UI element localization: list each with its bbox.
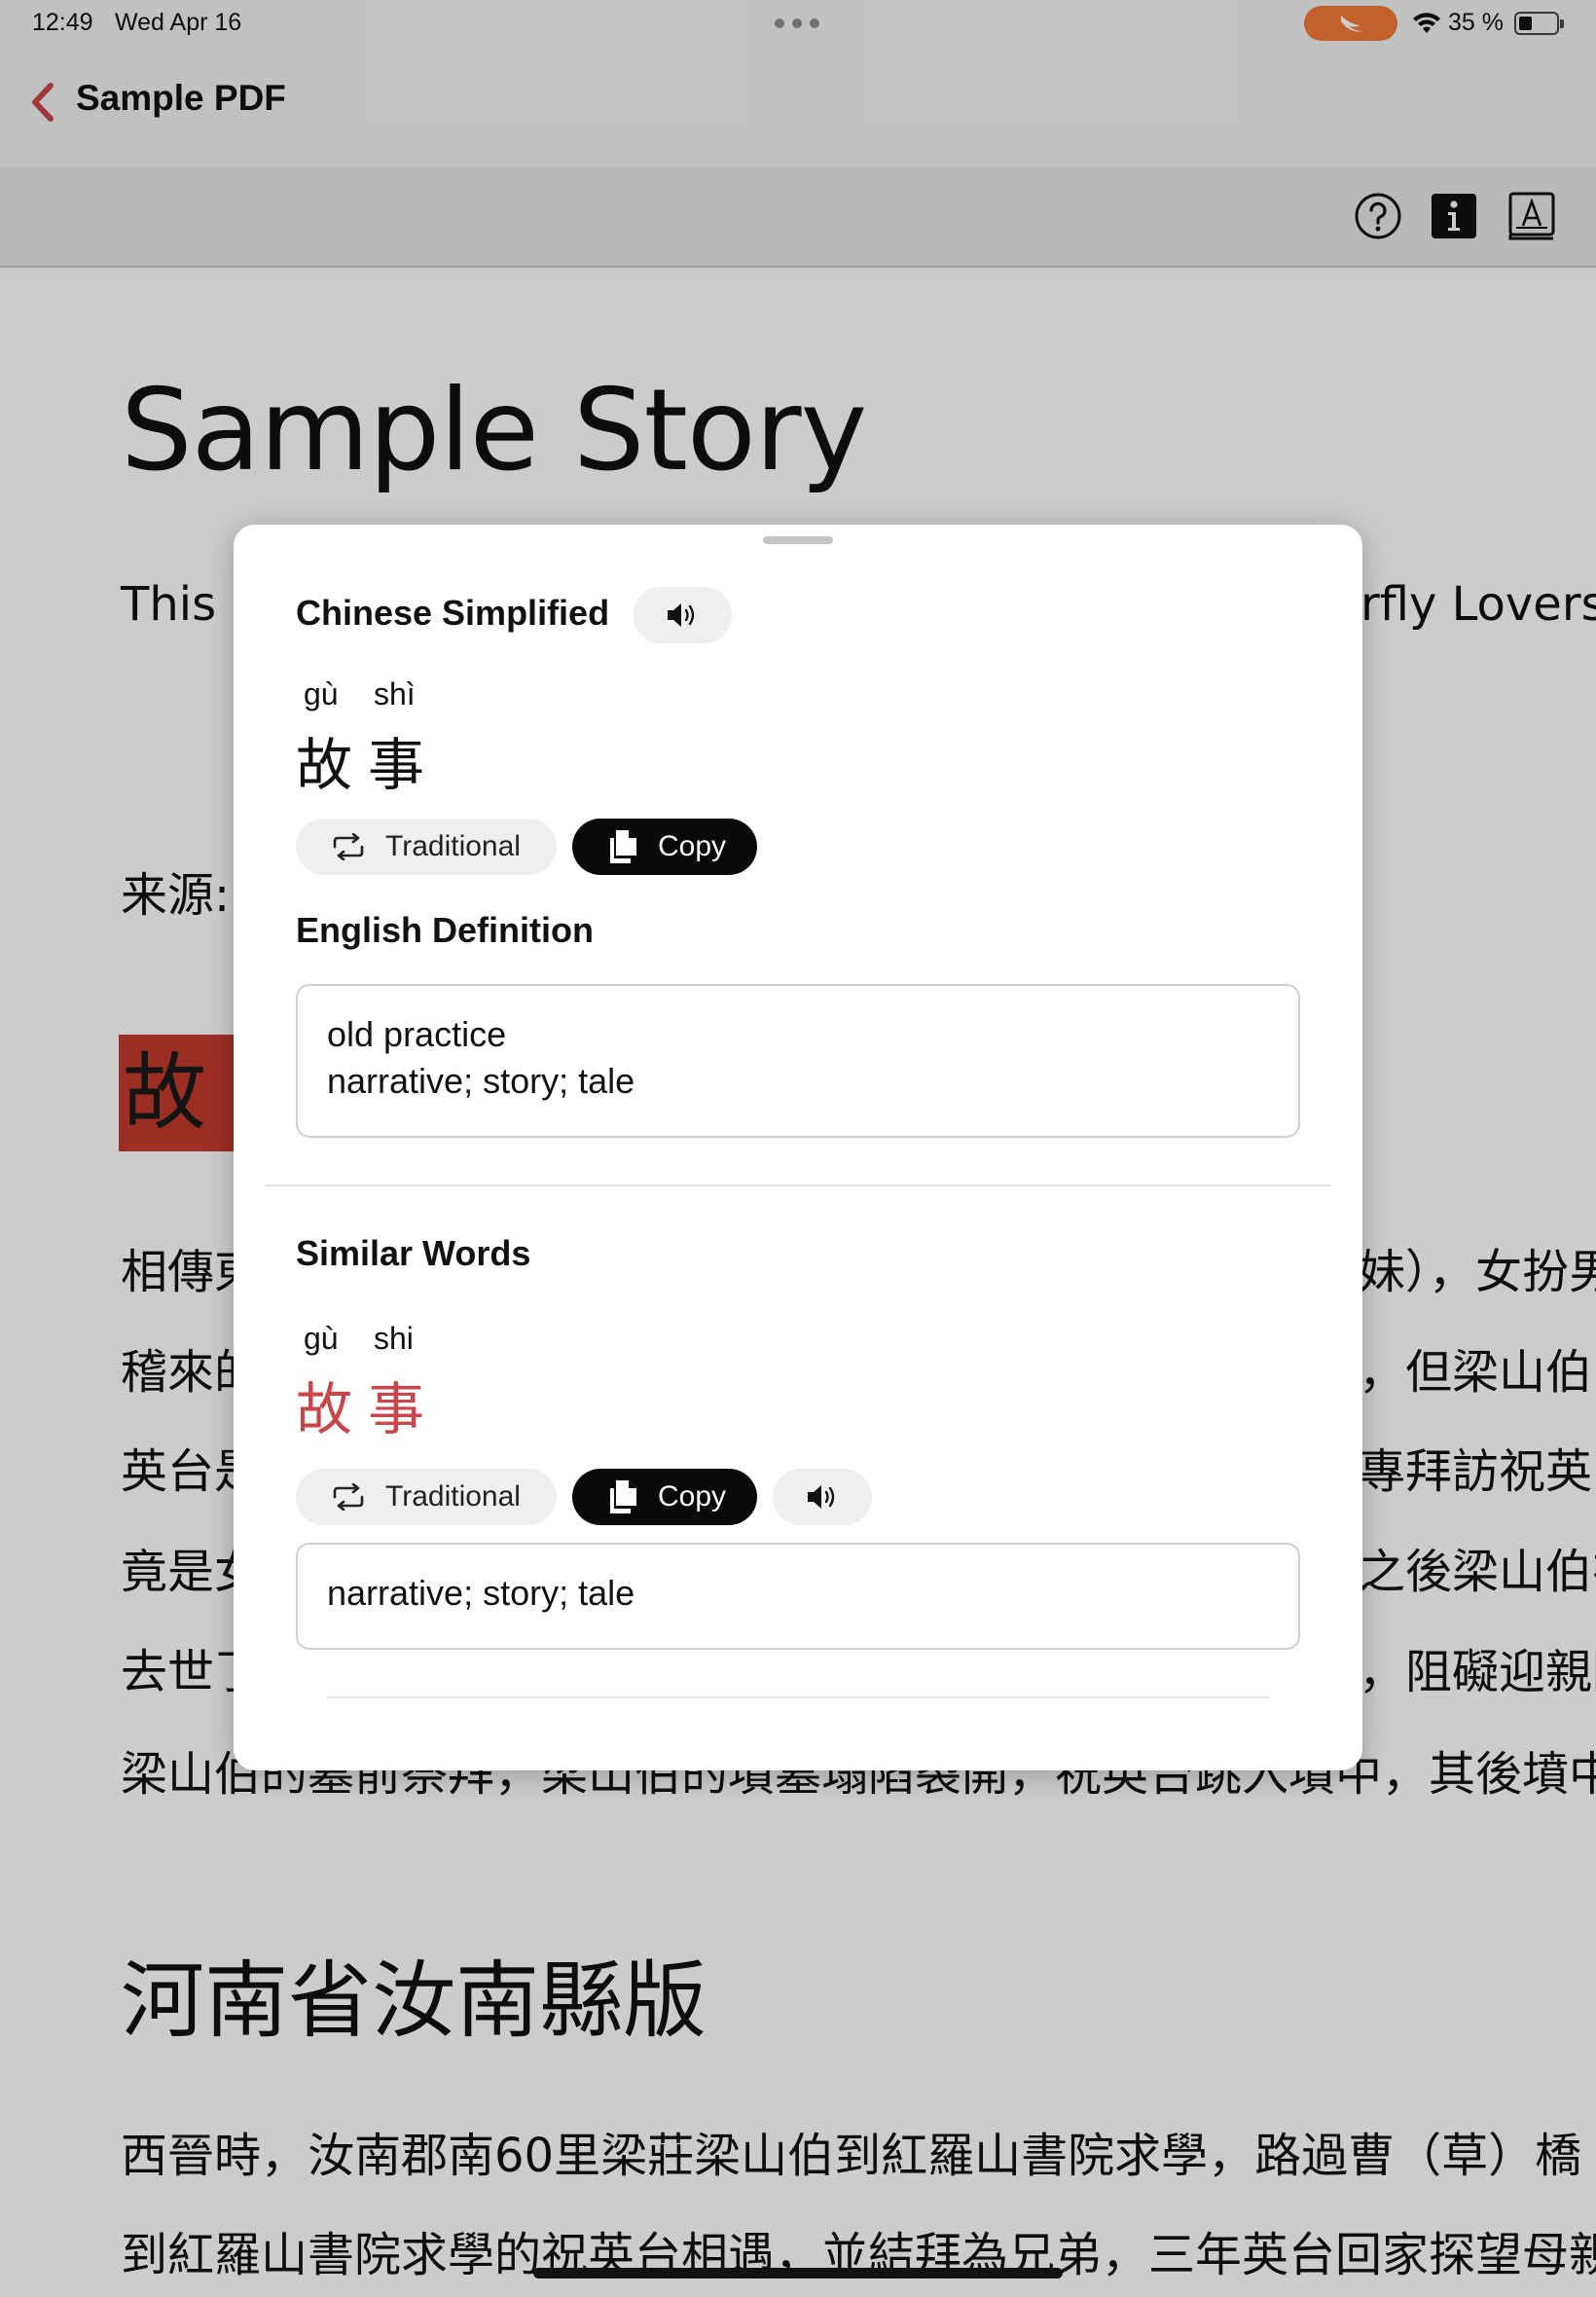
convert-arrows-icon: [331, 833, 366, 860]
similar-word-pinyin: shi: [374, 1321, 414, 1356]
swift-playground-indicator-icon[interactable]: [1304, 6, 1397, 41]
paragraph-line-right: ，但梁山伯: [1359, 1345, 1593, 1400]
paragraph-line-right: 之後梁山伯在: [1359, 1545, 1596, 1599]
battery-percent: 35 %: [1448, 9, 1504, 36]
chevron-left-icon[interactable]: [27, 82, 60, 123]
language-heading: Chinese Simplified: [296, 593, 610, 633]
similar-definition-box: narrative; story; tale: [296, 1543, 1300, 1650]
document-title: Sample Story: [121, 365, 867, 496]
similar-copy-button[interactable]: Copy: [572, 1469, 757, 1525]
similar-definition-text: narrative; story; tale: [327, 1573, 635, 1613]
definition-line: narrative; story; tale: [327, 1061, 635, 1101]
word-pinyin: gù: [304, 676, 339, 711]
sheet-grabber[interactable]: [763, 536, 833, 544]
highlighted-word[interactable]: 故事: [119, 1035, 239, 1151]
paragraph-line-right: 專拜訪祝英台: [1359, 1444, 1596, 1499]
word-pinyin: shì: [374, 676, 416, 711]
traditional-toggle-button[interactable]: Traditional: [296, 819, 557, 875]
help-circle-icon[interactable]: [1353, 191, 1403, 241]
word-lookup-sheet: Chinese Simplified gù shì 故 事 Traditiona…: [234, 525, 1362, 1770]
list-divider: [327, 1696, 1269, 1698]
similar-word-pinyin: gù: [304, 1321, 339, 1356]
copy-documents-icon: [607, 1478, 638, 1515]
page-title[interactable]: Sample PDF: [76, 78, 286, 119]
status-date: Wed Apr 16: [115, 9, 242, 36]
speaker-button[interactable]: [633, 587, 732, 643]
speaker-icon: [668, 603, 695, 627]
copy-label: Copy: [658, 1480, 727, 1513]
traditional-label: Traditional: [385, 1480, 521, 1513]
home-indicator[interactable]: [533, 2268, 1063, 2279]
wifi-icon: [1413, 13, 1440, 33]
similar-words-heading: Similar Words: [296, 1233, 531, 1273]
definition-line: old practice: [327, 1014, 507, 1054]
intro-text-left: This i: [121, 577, 244, 632]
info-icon[interactable]: [1429, 191, 1479, 241]
section-divider: [265, 1185, 1331, 1186]
dictionary-icon[interactable]: [1506, 191, 1557, 241]
intro-text-right: rfly Lovers": [1360, 577, 1596, 632]
word-character[interactable]: 事: [368, 719, 424, 801]
word-character[interactable]: 故: [296, 719, 352, 801]
navigation-bar: Sample PDF: [0, 47, 1596, 167]
copy-documents-icon: [607, 828, 638, 865]
section-heading: 河南省汝南縣版: [121, 1952, 707, 2050]
similar-speaker-button[interactable]: [773, 1469, 872, 1525]
status-bar: 12:49 Wed Apr 16 35 %: [0, 0, 1596, 47]
similar-word-character[interactable]: 故: [296, 1364, 352, 1445]
status-time: 12:49: [32, 9, 93, 36]
source-label: 来源:: [121, 868, 231, 923]
document-toolbar: [0, 167, 1596, 268]
traditional-label: Traditional: [385, 830, 521, 862]
battery-icon: [1514, 12, 1564, 35]
speaker-icon: [808, 1485, 835, 1509]
similar-word-character[interactable]: 事: [368, 1364, 424, 1445]
section-paragraph-line: 西晉時，汝南郡南60里梁莊梁山伯到紅羅山書院求學，路過曹（草）橋: [121, 2129, 1582, 2183]
multitasking-dots-icon[interactable]: [775, 18, 819, 28]
paragraph-line-right: 妹），女扮男: [1359, 1245, 1596, 1299]
convert-arrows-icon: [331, 1483, 366, 1511]
definition-heading: English Definition: [296, 910, 594, 950]
similar-traditional-toggle-button[interactable]: Traditional: [296, 1469, 557, 1525]
definition-box: old practice narrative; story; tale: [296, 984, 1300, 1138]
copy-label: Copy: [658, 830, 727, 862]
copy-button[interactable]: Copy: [572, 819, 757, 875]
paragraph-line-right: ，阻礙迎親隊: [1359, 1645, 1596, 1699]
